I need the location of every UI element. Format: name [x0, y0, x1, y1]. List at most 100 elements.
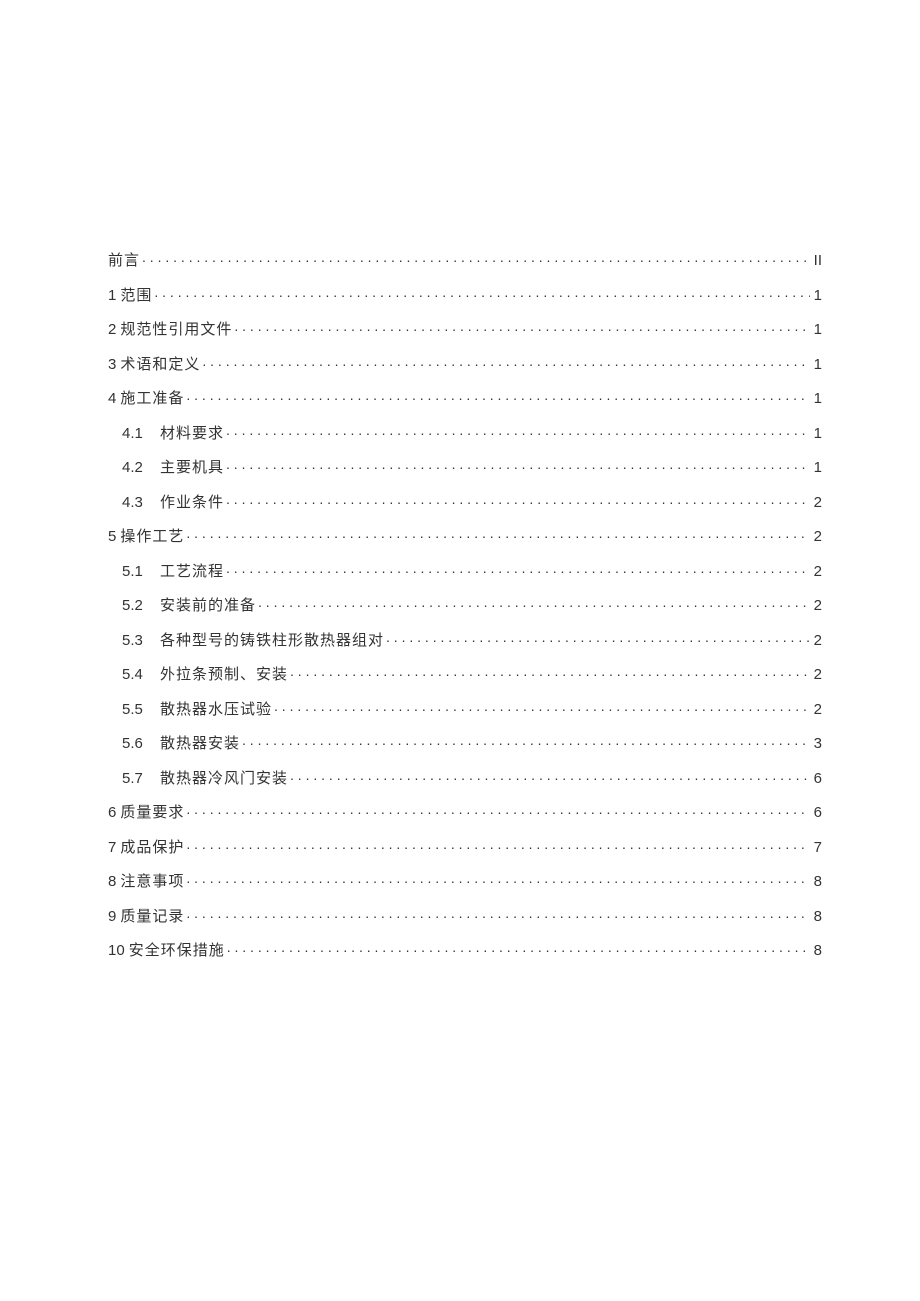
toc-entry: 7 成品保护 7 — [108, 837, 822, 856]
toc-entry-page: 1 — [812, 460, 822, 475]
toc-entry: 5 操作工艺 2 — [108, 526, 822, 545]
toc-entry-number: 3 — [108, 357, 116, 372]
toc-leader-dots — [226, 457, 810, 472]
toc-entry-page: 2 — [812, 598, 822, 613]
toc-entry-page: 2 — [812, 564, 822, 579]
toc-leader-dots — [186, 388, 809, 403]
toc-entry-page: 1 — [812, 322, 822, 337]
toc-leader-dots — [202, 354, 809, 369]
toc-leader-dots — [226, 492, 810, 507]
toc-entry-title: 质量记录 — [120, 910, 184, 925]
toc-entry: 8 注意事项 8 — [108, 871, 822, 890]
toc-entry: 5.6散热器安装 3 — [108, 733, 822, 752]
toc-entry: 5.2安装前的准备 2 — [108, 595, 822, 614]
toc-entry: 5.7散热器冷风门安装 6 — [108, 768, 822, 787]
toc-entry-page: 1 — [812, 426, 822, 441]
toc-entry-page: 2 — [812, 633, 822, 648]
toc-entry-number: 2 — [108, 322, 116, 337]
toc-entry-title: 术语和定义 — [120, 358, 200, 373]
toc-entry-page: 7 — [812, 840, 822, 855]
toc-entry-number: 6 — [108, 805, 116, 820]
toc-entry: 3 术语和定义 1 — [108, 354, 822, 373]
toc-entry-number: 5.6 — [122, 736, 160, 751]
toc-entry: 10 安全环保措施 8 — [108, 940, 822, 959]
toc-entry-title: 散热器水压试验 — [160, 703, 272, 718]
toc-entry: 4.1材料要求 1 — [108, 423, 822, 442]
toc-entry: 5.1工艺流程 2 — [108, 561, 822, 580]
toc-leader-dots — [226, 423, 810, 438]
toc-leader-dots — [290, 768, 810, 783]
toc-entry-page: II — [812, 253, 822, 268]
toc-entry-title: 安装前的准备 — [160, 599, 256, 614]
toc-leader-dots — [154, 285, 809, 300]
toc-leader-dots — [274, 699, 810, 714]
toc-entry: 1 范围 1 — [108, 285, 822, 304]
toc-entry-number: 9 — [108, 909, 116, 924]
toc-entry: 6 质量要求 6 — [108, 802, 822, 821]
toc-entry: 2 规范性引用文件 1 — [108, 319, 822, 338]
toc-entry-number: 8 — [108, 874, 116, 889]
toc-entry-number: 5 — [108, 529, 116, 544]
toc-entry-title: 规范性引用文件 — [120, 323, 232, 338]
toc-entry-title: 散热器安装 — [160, 737, 240, 752]
toc-leader-dots — [186, 526, 809, 541]
toc-entry-page: 6 — [812, 805, 822, 820]
toc-entry-number: 4.1 — [122, 426, 160, 441]
toc-entry-page: 2 — [812, 667, 822, 682]
toc-entry-number: 1 — [108, 288, 116, 303]
toc-entry-page: 8 — [812, 874, 822, 889]
toc-entry-number: 10 — [108, 943, 125, 958]
toc-entry-number: 5.3 — [122, 633, 160, 648]
toc-entry-page: 1 — [812, 391, 822, 406]
toc-entry-title: 施工准备 — [120, 392, 184, 407]
toc-entry-page: 8 — [812, 943, 822, 958]
toc-entry-page: 1 — [812, 288, 822, 303]
toc-leader-dots — [186, 837, 809, 852]
toc-entry-title: 范围 — [120, 289, 152, 304]
toc-entry-title: 安全环保措施 — [129, 944, 225, 959]
toc-leader-dots — [186, 906, 809, 921]
toc-leader-dots — [142, 250, 810, 265]
toc-entry: 前言 II — [108, 250, 822, 269]
toc-entry-page: 6 — [812, 771, 822, 786]
toc-entry: 5.3各种型号的铸铁柱形散热器组对 2 — [108, 630, 822, 649]
toc-entry-page: 2 — [812, 702, 822, 717]
toc-entry-title: 质量要求 — [120, 806, 184, 821]
table-of-contents: 前言II1范围12规范性引用文件13术语和定义14施工准备14.1材料要求14.… — [108, 250, 822, 959]
toc-entry-title: 工艺流程 — [160, 565, 224, 580]
toc-entry-title: 注意事项 — [120, 875, 184, 890]
toc-leader-dots — [258, 595, 810, 610]
toc-entry: 4.3作业条件 2 — [108, 492, 822, 511]
toc-entry: 5.4外拉条预制、安装 2 — [108, 664, 822, 683]
toc-entry: 4施工准备1 — [108, 388, 822, 407]
toc-entry-page: 8 — [812, 909, 822, 924]
toc-entry: 4.2主要机具 1 — [108, 457, 822, 476]
toc-entry: 5.5散热器水压试验2 — [108, 699, 822, 718]
toc-entry-title: 各种型号的铸铁柱形散热器组对 — [160, 634, 384, 649]
toc-entry-title: 材料要求 — [160, 427, 224, 442]
toc-entry-number: 5.2 — [122, 598, 160, 613]
toc-entry-title: 主要机具 — [160, 461, 224, 476]
toc-entry-page: 2 — [812, 529, 822, 544]
toc-entry-page: 3 — [812, 736, 822, 751]
toc-entry-title: 散热器冷风门安装 — [160, 772, 288, 787]
toc-entry-title: 操作工艺 — [120, 530, 184, 545]
toc-entry-number: 5.4 — [122, 667, 160, 682]
toc-entry-number: 4.3 — [122, 495, 160, 510]
toc-entry: 9 质量记录 8 — [108, 906, 822, 925]
toc-entry-number: 5.1 — [122, 564, 160, 579]
toc-entry-title: 作业条件 — [160, 496, 224, 511]
toc-leader-dots — [242, 733, 810, 748]
toc-entry-page: 2 — [812, 495, 822, 510]
toc-entry-number: 7 — [108, 840, 116, 855]
toc-entry-number: 4.2 — [122, 460, 160, 475]
toc-leader-dots — [186, 871, 809, 886]
toc-entry-title: 成品保护 — [120, 841, 184, 856]
toc-entry-page: 1 — [812, 357, 822, 372]
toc-leader-dots — [227, 940, 810, 955]
toc-entry-title: 外拉条预制、安装 — [160, 668, 288, 683]
toc-leader-dots — [226, 561, 810, 576]
toc-entry-title: 前言 — [108, 254, 140, 269]
toc-leader-dots — [386, 630, 810, 645]
toc-entry-number: 5.7 — [122, 771, 160, 786]
